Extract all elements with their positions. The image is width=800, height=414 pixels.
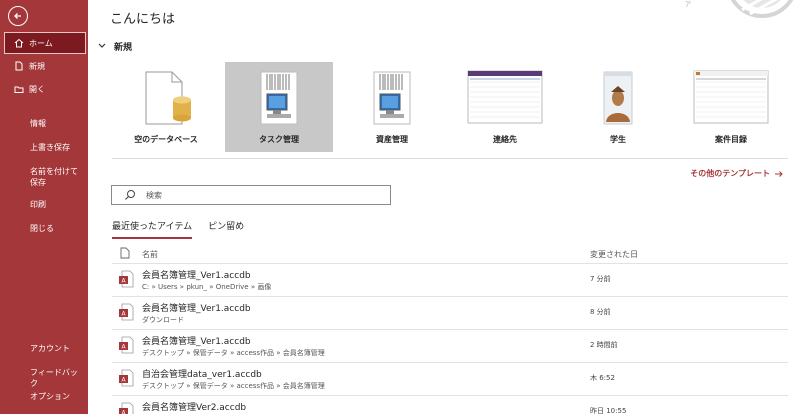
spreadsheet-thumbnail <box>467 70 543 124</box>
folder-icon <box>14 84 24 94</box>
file-path: C: » Users » pkun_ » OneDrive » 画像 <box>142 283 272 291</box>
file-date: 木 6:52 <box>590 374 615 382</box>
file-name: 会員名簿管理_Ver1.accdb <box>142 271 251 281</box>
new-document-icon <box>14 61 24 71</box>
more-templates-label: その他のテンプレート <box>690 169 770 178</box>
section-title: 新規 <box>114 43 133 53</box>
sidebar-item-home[interactable]: ホーム <box>4 32 86 54</box>
sidebar-link-close[interactable]: 閉じる <box>30 223 84 234</box>
template-gallery: 空のデータベース タスク管理 資産管理 連絡先 学生 案件目録 <box>112 62 800 152</box>
search-icon <box>125 190 135 200</box>
tab-pinned[interactable]: ピン留め <box>208 219 244 239</box>
file-path: ダウンロード <box>142 316 184 324</box>
svg-text:ァ: ァ <box>684 0 692 8</box>
student-icon <box>603 71 633 125</box>
file-path: デスクトップ » 保管データ » access作品 » 会員名簿管理 <box>142 382 325 390</box>
sidebar-link-print[interactable]: 印刷 <box>30 199 84 210</box>
file-date: 7 分前 <box>590 275 611 283</box>
template-label: 資産管理 <box>376 135 408 144</box>
table-row[interactable]: A 会員名簿管理_Ver1.accdb C: » Users » pkun_ »… <box>112 263 788 295</box>
template-label: タスク管理 <box>259 135 299 144</box>
file-date: 2 時間前 <box>590 341 618 349</box>
template-label: 空のデータベース <box>134 135 198 144</box>
file-name: 会員名簿管理Ver2.accdb <box>142 403 247 413</box>
computer-icon <box>260 71 298 125</box>
back-arrow-icon <box>14 13 21 19</box>
template-students[interactable]: 学生 <box>564 62 672 152</box>
access-file-icon: A <box>119 402 134 414</box>
template-case-catalog[interactable]: 案件目録 <box>677 62 785 152</box>
file-date: 8 分前 <box>590 308 611 316</box>
template-blank-database[interactable]: 空のデータベース <box>112 62 220 152</box>
file-path: デスクトップ » 保管データ » access作品 » 会員名簿管理 <box>142 349 325 357</box>
access-file-icon: A <box>119 303 134 321</box>
tab-recent[interactable]: 最近使ったアイテム <box>112 219 193 239</box>
sidebar-item-label: 新規 <box>29 61 45 71</box>
access-file-icon: A <box>119 369 134 387</box>
sidebar: ホーム 新規 開く 情報 上書き保存 名前を付けて保存 印刷 閉じる アカウント… <box>0 0 88 414</box>
sidebar-link-feedback[interactable]: フィードバック <box>30 367 84 389</box>
more-templates-link[interactable]: その他のテンプレート <box>690 168 784 179</box>
table-row[interactable]: A 会員名簿管理_Ver1.accdb デスクトップ » 保管データ » acc… <box>112 329 788 361</box>
sidebar-item-label: 開く <box>29 84 45 94</box>
home-icon <box>14 38 24 48</box>
sidebar-link-info[interactable]: 情報 <box>30 118 84 129</box>
main-content: こんにちは ァ 新規 空のデータベース タスク管理 資産管理 連絡先 学生 案件… <box>88 0 800 414</box>
file-list-header: 名前 変更された日 <box>112 247 788 261</box>
template-task-management[interactable]: タスク管理 <box>225 62 333 152</box>
file-name: 会員名簿管理_Ver1.accdb <box>142 337 251 347</box>
sidebar-item-new[interactable]: 新規 <box>0 55 88 77</box>
sidebar-item-label: ホーム <box>29 38 53 48</box>
table-row[interactable]: A 会員名簿管理Ver2.accdb 昨日 10:55 <box>112 395 788 414</box>
sidebar-link-options[interactable]: オプション <box>30 391 84 402</box>
access-file-icon: A <box>119 270 134 288</box>
sidebar-item-open[interactable]: 開く <box>0 78 88 100</box>
file-tabs: 最近使ったアイテム ピン留め <box>112 219 260 239</box>
computer-icon <box>373 71 411 125</box>
access-file-icon: A <box>119 336 134 354</box>
new-section-header[interactable]: 新規 <box>98 40 132 53</box>
document-icon <box>120 247 130 259</box>
template-contacts[interactable]: 連絡先 <box>451 62 559 152</box>
template-asset-management[interactable]: 資産管理 <box>338 62 446 152</box>
back-button[interactable] <box>8 6 28 26</box>
divider <box>112 158 788 159</box>
column-header-name[interactable]: 名前 <box>142 249 158 260</box>
file-name: 会員名簿管理_Ver1.accdb <box>142 304 251 314</box>
column-header-date[interactable]: 変更された日 <box>590 249 638 260</box>
arrow-right-icon <box>775 170 783 177</box>
page-title: こんにちは <box>110 12 176 27</box>
database-icon <box>145 71 191 125</box>
search-input[interactable]: 検索 <box>111 185 391 205</box>
sidebar-link-save[interactable]: 上書き保存 <box>30 142 84 153</box>
table-row[interactable]: A 会員名簿管理_Ver1.accdb ダウンロード 8 分前 <box>112 296 788 328</box>
sidebar-link-save-as[interactable]: 名前を付けて保存 <box>30 166 84 188</box>
spreadsheet-thumbnail <box>693 70 769 124</box>
template-label: 連絡先 <box>493 135 517 144</box>
table-row[interactable]: A 自治会管理data_ver1.accdb デスクトップ » 保管データ » … <box>112 362 788 394</box>
file-name: 自治会管理data_ver1.accdb <box>142 370 262 380</box>
chevron-down-icon <box>98 42 106 52</box>
template-label: 学生 <box>610 135 626 144</box>
search-placeholder: 検索 <box>146 190 162 200</box>
sidebar-link-account[interactable]: アカウント <box>30 343 84 354</box>
header-decoration: ァ <box>680 0 800 22</box>
template-label: 案件目録 <box>715 135 747 144</box>
file-date: 昨日 10:55 <box>590 407 627 414</box>
